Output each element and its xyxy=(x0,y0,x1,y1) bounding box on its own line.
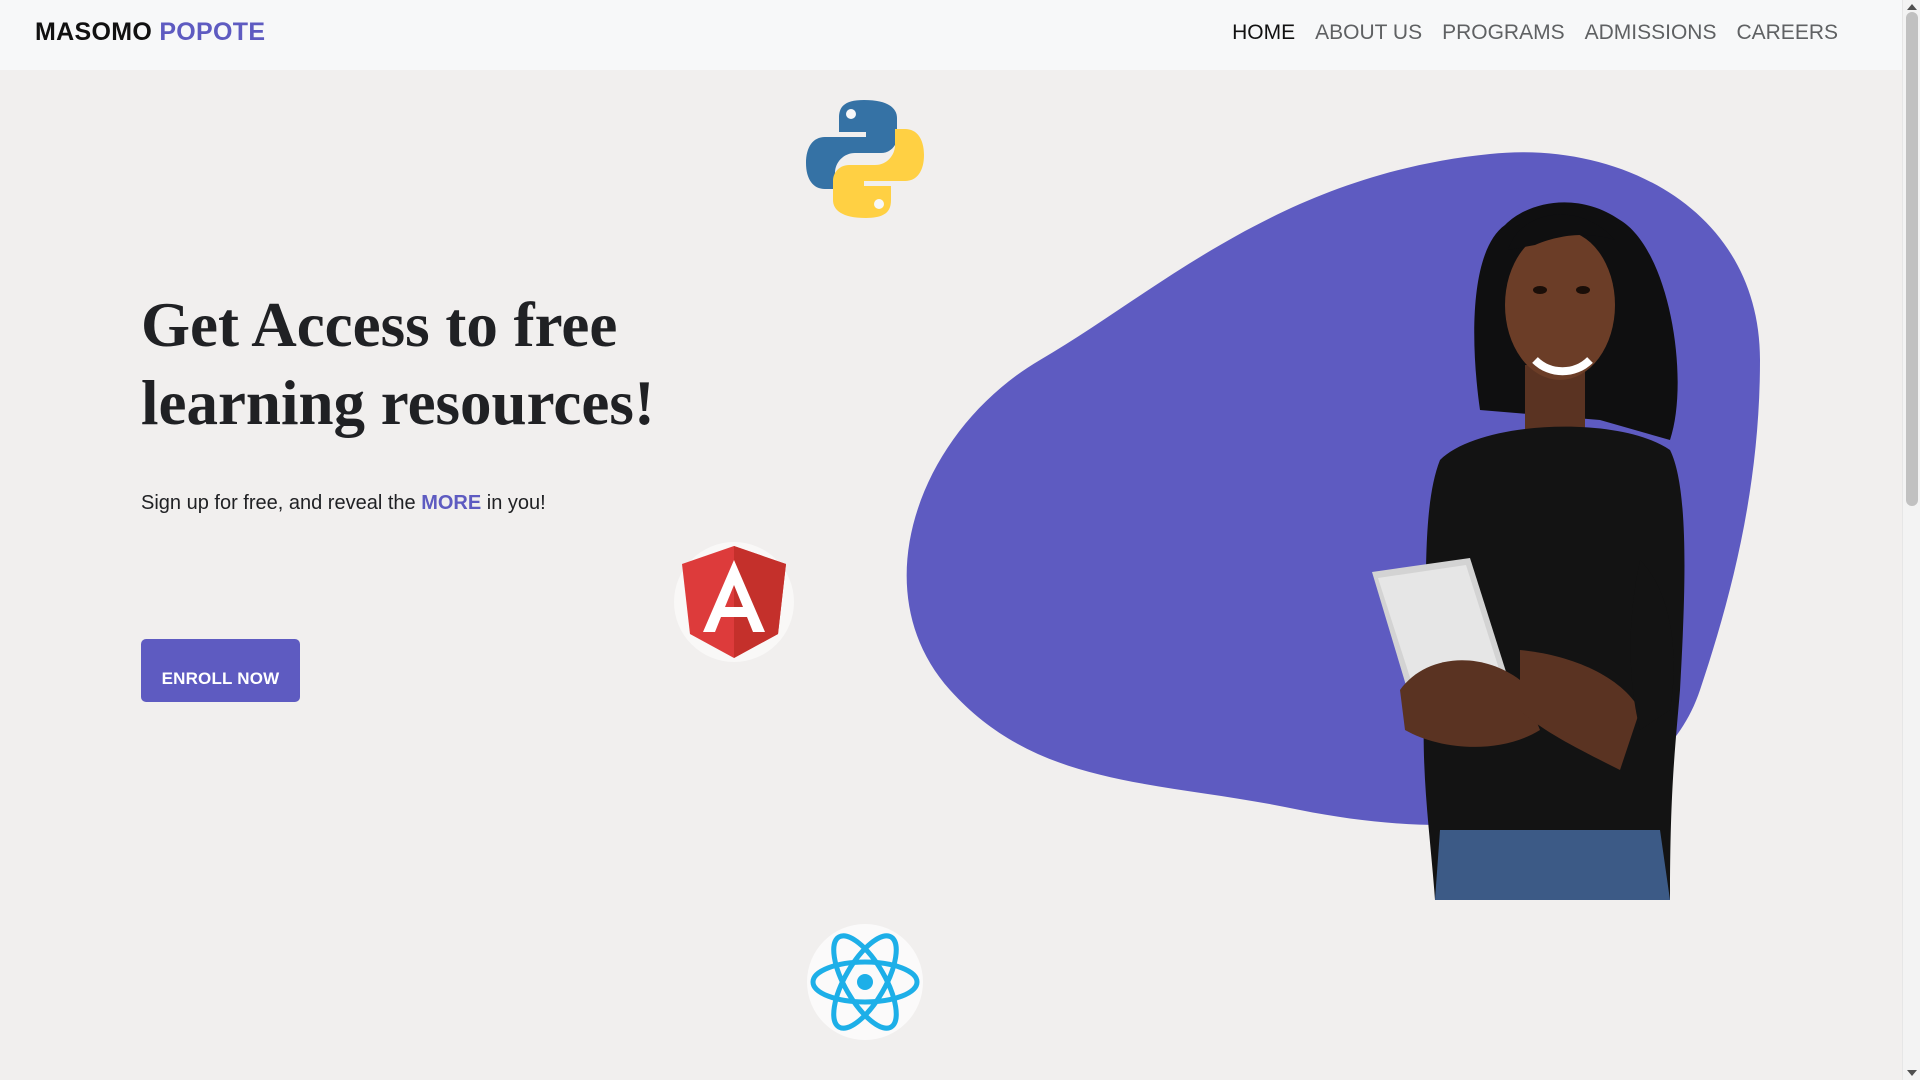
brand-name-accent: POPOTE xyxy=(159,18,266,46)
nav-link-careers[interactable]: CAREERS xyxy=(1736,21,1838,45)
vertical-scrollbar[interactable] xyxy=(1902,0,1920,1080)
brand-name: MASOMO xyxy=(35,18,153,46)
angular-logo-icon xyxy=(674,542,794,662)
scroll-down-arrow-icon[interactable] xyxy=(1907,1070,1917,1076)
hero-subtitle-highlight: MORE xyxy=(421,492,482,514)
hero-subtitle-end: in you! xyxy=(481,492,546,514)
hero-title: Get Access to free learning resources! xyxy=(141,290,655,438)
hero-illustration xyxy=(906,152,1760,900)
hero-subtitle: Sign up for free, and reveal the MORE in… xyxy=(141,492,546,515)
scrollbar-thumb[interactable] xyxy=(1906,12,1918,506)
nav-links: HOME ABOUT US PROGRAMS ADMISSIONS CAREER… xyxy=(1232,21,1838,45)
brand-logo[interactable]: MASOMO POPOTE xyxy=(35,18,265,47)
nav-link-admissions[interactable]: ADMISSIONS xyxy=(1585,21,1717,45)
enroll-now-button[interactable]: ENROLL NOW xyxy=(141,639,300,702)
scroll-up-arrow-icon[interactable] xyxy=(1907,4,1917,10)
nav-link-home[interactable]: HOME xyxy=(1232,21,1295,45)
hero-subtitle-start: Sign up for free, and reveal the xyxy=(141,492,422,514)
react-logo-icon xyxy=(807,924,923,1040)
page: MASOMO POPOTE HOME ABOUT US PROGRAMS ADM… xyxy=(0,0,1920,1080)
navbar: MASOMO POPOTE HOME ABOUT US PROGRAMS ADM… xyxy=(0,0,1902,70)
nav-link-about-us[interactable]: ABOUT US xyxy=(1315,21,1422,45)
nav-link-programs[interactable]: PROGRAMS xyxy=(1442,21,1565,45)
